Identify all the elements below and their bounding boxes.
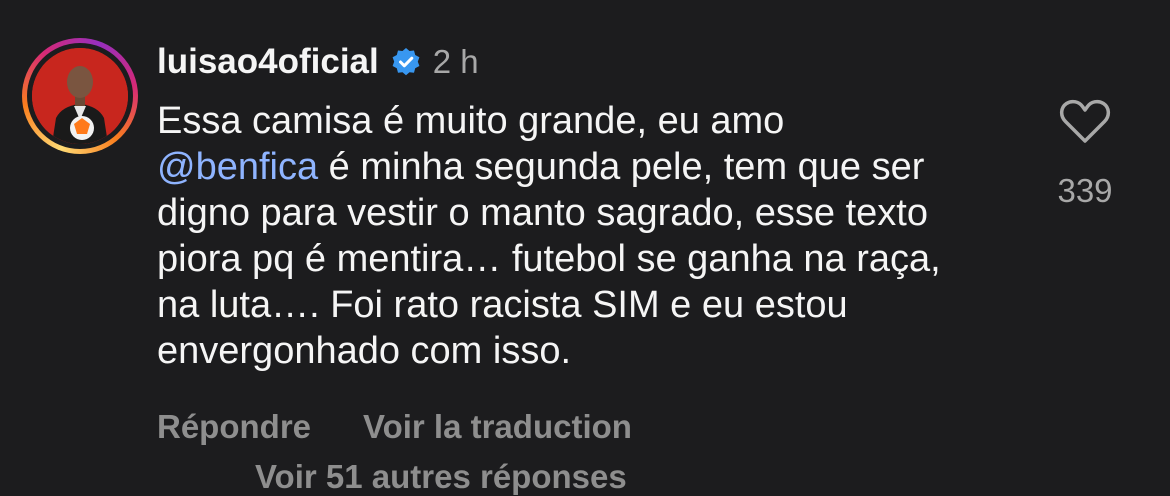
comment-header: luisao4oficial 2 h: [157, 40, 479, 84]
like-button[interactable]: [1058, 97, 1112, 145]
username[interactable]: luisao4oficial: [157, 42, 379, 82]
view-more-replies-button[interactable]: Voir 51 autres réponses: [255, 458, 627, 496]
avatar-ring-gap: [27, 43, 133, 149]
avatar-image: [32, 48, 128, 144]
translate-button[interactable]: Voir la traduction: [363, 408, 632, 446]
comment-text-start: Essa camisa é muito grande, eu amo: [157, 100, 785, 142]
verified-badge-icon: [391, 47, 421, 77]
reply-button[interactable]: Répondre: [157, 408, 311, 446]
timestamp: 2 h: [432, 43, 479, 80]
comment-text: Essa camisa é muito grande, eu amo @benfi…: [157, 98, 987, 374]
avatar[interactable]: [32, 48, 128, 144]
mention-link[interactable]: @benfica: [157, 146, 318, 188]
like-count: 339: [1057, 172, 1113, 209]
comment-actions: Répondre Voir la traduction: [157, 408, 632, 446]
heart-icon: [1059, 99, 1111, 143]
avatar-story-ring[interactable]: [22, 38, 138, 154]
